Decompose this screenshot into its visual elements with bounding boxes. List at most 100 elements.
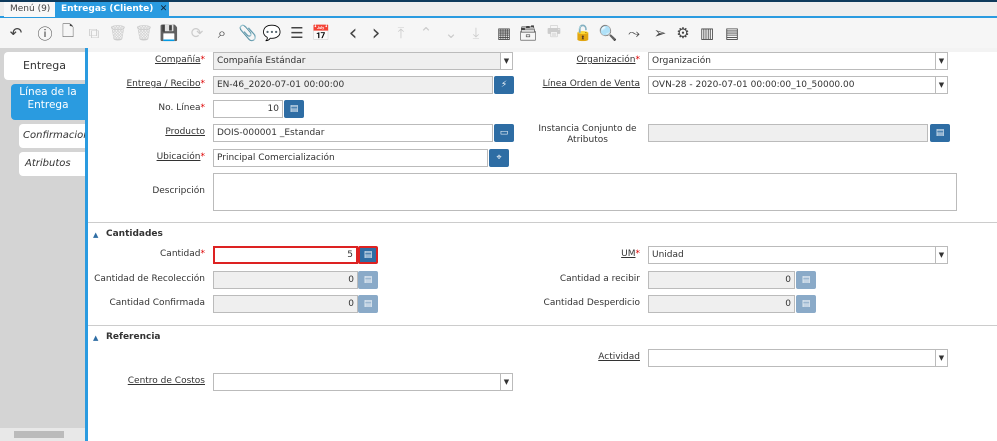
copy-icon[interactable]: ⧉ xyxy=(84,23,104,43)
entrega-label: Entrega / Recibo* xyxy=(5,79,206,89)
attribute-icon: ▤ xyxy=(935,128,945,138)
zoom-across-icon[interactable]: 🔍 xyxy=(598,23,618,43)
cantidad-desperdicio-field[interactable]: 0 xyxy=(648,295,795,313)
chevron-down-icon[interactable]: ▼ xyxy=(935,53,947,69)
field-value: EN-46_2020-07-01 00:00:00 xyxy=(217,80,345,90)
label-text: Producto xyxy=(165,127,205,137)
first-icon[interactable]: ⤒ xyxy=(391,23,411,43)
required-mark: * xyxy=(200,79,206,89)
cantidad-desperdicio-calculator-button[interactable]: ▤ xyxy=(796,295,816,313)
parent-icon[interactable]: ⌃ xyxy=(416,23,436,43)
collapse-icon[interactable]: ▲ xyxy=(93,231,98,239)
centro-costos-field[interactable]: ▼ xyxy=(213,373,513,391)
label-text: Cantidad Confirmada xyxy=(109,298,205,308)
cantidad-confirmada-field[interactable]: 0 xyxy=(213,295,358,313)
horizontal-scrollbar[interactable] xyxy=(0,428,85,441)
cantidad-field[interactable]: 5 xyxy=(213,246,358,264)
attachment-icon[interactable]: 📎 xyxy=(238,23,258,43)
report-icon[interactable]: ▦ xyxy=(494,23,514,43)
toolbar: ↶ ⓘ 🗋 ⧉ 🗑 🗑 💾 ⟳ ⌕ 📎 💬 ☰ 📅 ‹ › ⤒ ⌃ ⌄ ⤓ ▦ 🗃 🖶 🔓 🔍 ⤳ ➢ ⚙ ▥ ▤ xyxy=(0,18,997,48)
label-text: UM xyxy=(621,249,636,259)
last-icon[interactable]: ⤓ xyxy=(466,23,486,43)
section-cantidades[interactable]: Cantidades xyxy=(106,229,163,239)
linea-orden-venta-field[interactable]: OVN-28 - 2020-07-01 00:00:00_10_50000.00… xyxy=(648,76,948,94)
instancia-label: Instancia Conjunto de Atributos xyxy=(440,124,640,146)
delete-icon[interactable]: 🗑 xyxy=(108,23,128,43)
descripcion-field[interactable] xyxy=(213,173,957,211)
descripcion-label: Descripción xyxy=(5,186,205,196)
tab-menu[interactable]: Menú (9) xyxy=(4,2,57,17)
section-referencia[interactable]: Referencia xyxy=(106,332,161,342)
tab-entregas-cliente[interactable]: Entregas (Cliente) ✕ xyxy=(55,2,170,17)
cantidad-calculator-button[interactable]: ▤ xyxy=(358,246,378,264)
no-linea-field[interactable]: 10 xyxy=(213,100,283,118)
help-icon[interactable]: ⓘ xyxy=(35,23,55,43)
field-value: 0 xyxy=(348,275,354,285)
undo-icon[interactable]: ↶ xyxy=(6,23,26,43)
send-icon[interactable]: ➢ xyxy=(650,23,670,43)
archive-icon[interactable]: 🗃 xyxy=(518,23,538,43)
label-text: Línea Orden de Venta xyxy=(542,79,640,89)
label-text: Instancia Conjunto de Atributos xyxy=(538,124,637,145)
refresh-icon[interactable]: ⟳ xyxy=(187,23,207,43)
tab-label: Entregas (Cliente) xyxy=(61,4,154,14)
delete-selection-icon[interactable]: 🗑 xyxy=(134,23,154,43)
calculator-icon: ▤ xyxy=(289,104,299,114)
chevron-down-icon[interactable]: ▼ xyxy=(935,350,947,366)
ubicacion-locator-button[interactable]: ⌖ xyxy=(489,149,509,167)
cantidad-a-recibir-field[interactable]: 0 xyxy=(648,271,795,289)
field-value: 0 xyxy=(785,275,791,285)
calculator-icon: ▤ xyxy=(363,299,373,309)
print-icon[interactable]: 🖶 xyxy=(544,22,564,43)
new-record-icon[interactable]: 🗋 xyxy=(58,22,78,43)
barcode-icon[interactable]: ▥ xyxy=(697,23,717,43)
lock-icon[interactable]: 🔓 xyxy=(573,23,593,43)
compania-label: Compañía* xyxy=(5,55,205,65)
grid-toggle-icon[interactable]: ☰ xyxy=(287,23,307,43)
required-mark: * xyxy=(635,249,641,259)
no-linea-calculator-button[interactable]: ▤ xyxy=(284,100,304,118)
document-icon[interactable]: ▤ xyxy=(722,23,742,43)
instancia-field[interactable] xyxy=(648,124,928,142)
cantidad-recoleccion-calculator-button[interactable]: ▤ xyxy=(358,271,378,289)
process-icon[interactable]: ⚙ xyxy=(673,23,693,43)
calculator-icon: ▤ xyxy=(801,299,811,309)
field-value: DOIS-000001 _Estandar xyxy=(217,128,325,138)
instancia-button[interactable]: ▤ xyxy=(930,124,950,142)
cantidad-label: Cantidad* xyxy=(5,249,205,259)
side-tab-linea-entrega[interactable]: Línea de la Entrega xyxy=(11,84,85,120)
chat-icon[interactable]: 💬 xyxy=(262,23,282,43)
cantidad-confirmada-label: Cantidad Confirmada xyxy=(5,298,205,308)
um-field[interactable]: Unidad ▼ xyxy=(648,246,948,264)
actividad-field[interactable]: ▼ xyxy=(648,349,948,367)
label-text: Descripción xyxy=(152,186,205,196)
label-text: Ubicación xyxy=(156,152,201,162)
cantidad-recoleccion-field[interactable]: 0 xyxy=(213,271,358,289)
calculator-icon: ▤ xyxy=(363,275,373,285)
organizacion-field[interactable]: Organización ▼ xyxy=(648,52,948,70)
cantidad-confirmada-calculator-button[interactable]: ▤ xyxy=(358,295,378,313)
label-text: Organización xyxy=(576,55,636,65)
save-icon[interactable]: 💾 xyxy=(159,23,179,43)
workflow-icon[interactable]: ⤳ xyxy=(624,23,644,43)
search-icon[interactable]: ⌕ xyxy=(212,23,232,43)
ubicacion-field[interactable]: Principal Comercialización xyxy=(213,149,488,167)
label-text: Actividad xyxy=(598,352,640,362)
tab-label: Menú (9) xyxy=(10,4,51,14)
chevron-down-icon[interactable]: ▼ xyxy=(935,77,947,93)
chevron-down-icon[interactable]: ▼ xyxy=(500,374,512,390)
field-value: OVN-28 - 2020-07-01 00:00:00_10_50000.00 xyxy=(652,80,855,90)
previous-icon[interactable]: ‹ xyxy=(343,21,363,46)
required-mark: * xyxy=(200,152,206,162)
locator-icon: ⌖ xyxy=(496,153,502,163)
um-label: UM* xyxy=(440,249,640,259)
detail-icon[interactable]: ⌄ xyxy=(441,23,461,43)
cantidad-a-recibir-calculator-button[interactable]: ▤ xyxy=(796,271,816,289)
cantidad-a-recibir-label: Cantidad a recibir xyxy=(440,274,640,284)
chevron-down-icon[interactable]: ▼ xyxy=(935,247,947,263)
next-icon[interactable]: › xyxy=(366,21,386,46)
collapse-icon[interactable]: ▲ xyxy=(93,334,98,342)
close-icon[interactable]: ✕ xyxy=(160,2,168,17)
calendar-icon[interactable]: 📅 xyxy=(311,23,331,43)
required-mark: * xyxy=(635,55,641,65)
